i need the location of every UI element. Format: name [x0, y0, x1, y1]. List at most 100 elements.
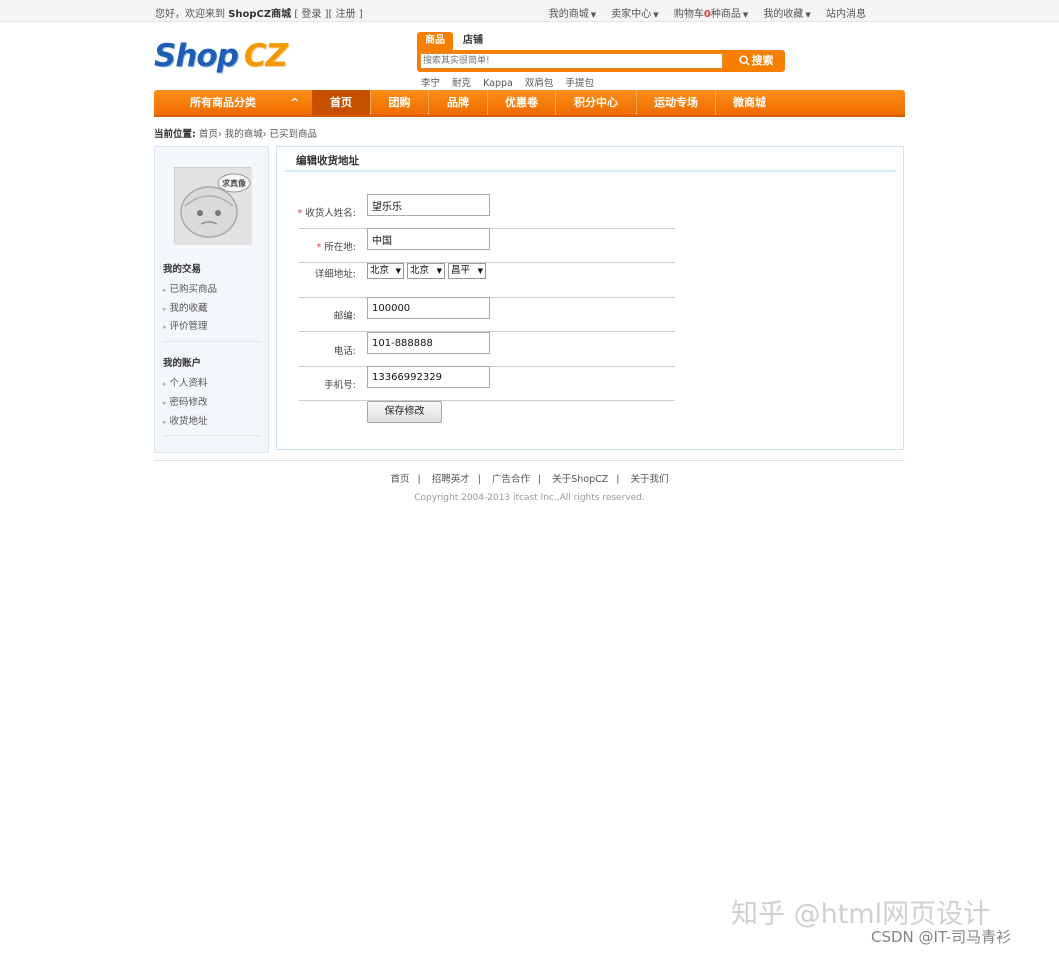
avatar[interactable]: 求真像 — [174, 167, 252, 245]
cart-menu[interactable]: 购物车0种商品 ▼ — [674, 9, 748, 20]
breadcrumb-label: 当前位置: — [154, 129, 196, 140]
welcome-text: 您好，欢迎来到 ShopCZ商城 [ 登录 ][ 注册 ] — [155, 5, 363, 20]
favorites-menu[interactable]: 我的收藏 ▼ — [763, 9, 810, 20]
copyright: Copyright 2004-2013 itcast Inc.,All righ… — [414, 493, 645, 503]
seller-center-menu[interactable]: 卖家中心 ▼ — [611, 9, 658, 20]
bullet-icon: ▸ — [163, 418, 167, 426]
footer-link-ads[interactable]: 广告合作 — [492, 474, 530, 485]
sidebar-item-profile[interactable]: ▸ 个人资料 — [163, 375, 208, 389]
sidebar-item-purchased[interactable]: ▸ 已购买商品 — [163, 281, 217, 295]
footer-divider — [154, 460, 905, 461]
hot-word[interactable]: Kappa — [483, 78, 513, 89]
bullet-icon: ▸ — [163, 323, 167, 331]
row-receiver-name: * 收货人姓名: — [297, 194, 675, 229]
chevron-down-icon: ▼ — [477, 267, 483, 275]
chevron-down-icon: ▼ — [436, 267, 442, 275]
divider — [163, 435, 261, 436]
nav-sports[interactable]: 运动专场 — [637, 90, 716, 115]
receiver-name-input[interactable] — [367, 194, 490, 216]
breadcrumb-my-mall[interactable]: 我的商城 — [225, 129, 263, 140]
bullet-icon: ▸ — [163, 380, 167, 388]
zip-input[interactable] — [367, 297, 490, 319]
avatar-bubble-text: 求真像 — [222, 178, 247, 188]
address-edit-panel: 编辑收货地址 *收货人姓名: *所在地: 详细地址: 北京▼ 北京▼ 昌平▼ 邮… — [276, 146, 904, 450]
hot-word[interactable]: 耐克 — [452, 78, 471, 89]
bullet-icon: ▸ — [163, 399, 167, 407]
nav-points-center[interactable]: 积分中心 — [556, 90, 637, 115]
row-location: * 所在地: — [299, 228, 675, 263]
welcome-prefix: 您好，欢迎来到 — [155, 9, 225, 20]
chevron-down-icon: ▼ — [395, 267, 401, 275]
row-detail-address: 详细地址: 北京 ▼ 北京 ▼ 昌平 ▼ — [299, 263, 675, 298]
register-link[interactable]: [ 注册 ] — [329, 9, 363, 20]
breadcrumb-purchased[interactable]: 已买到商品 — [270, 129, 318, 140]
chevron-down-icon: ▼ — [805, 11, 811, 19]
footer-links: 首页 | 招聘英才 | 广告合作 | 关于ShopCZ | 关于我们 — [390, 474, 669, 485]
phone-label: 电话: — [333, 346, 356, 357]
sidebar-item-password[interactable]: ▸ 密码修改 — [163, 394, 208, 408]
mobile-input[interactable] — [367, 366, 490, 388]
logo-part2: CZ — [243, 38, 288, 74]
avatar-placeholder-icon: 求真像 — [175, 168, 252, 245]
tab-shops[interactable]: 店铺 — [455, 32, 491, 50]
hot-word[interactable]: 双肩包 — [525, 78, 554, 89]
location-input[interactable] — [367, 228, 490, 250]
hot-word[interactable]: 李宁 — [421, 78, 440, 89]
breadcrumb-home[interactable]: 首页 — [199, 129, 218, 140]
footer-link-about-us[interactable]: 关于我们 — [631, 474, 669, 485]
phone-input[interactable] — [367, 332, 490, 354]
hot-word[interactable]: 手提包 — [565, 78, 594, 89]
chevron-down-icon: ▼ — [742, 11, 749, 19]
required-marker: * — [316, 242, 322, 253]
required-marker: * — [297, 208, 303, 219]
nav-group-buy[interactable]: 团购 — [371, 90, 429, 115]
district-select[interactable]: 昌平 ▼ — [448, 263, 486, 279]
watermark-csdn: CSDN @IT-司马青衫 — [871, 928, 1012, 946]
nav-coupons[interactable]: 优惠卷 — [488, 90, 556, 115]
breadcrumb: 当前位置: 首页› 我的商城› 已买到商品 — [154, 129, 318, 140]
zip-label: 邮编: — [333, 311, 356, 322]
title-divider — [285, 170, 896, 172]
site-logo[interactable]: Shop CZ — [154, 38, 288, 74]
footer-link-home[interactable]: 首页 — [390, 474, 409, 485]
search-icon — [738, 55, 750, 66]
section-my-account: 我的账户 — [163, 358, 202, 369]
sidebar-item-address[interactable]: ▸ 收货地址 — [163, 413, 208, 427]
logo-part1: Shop — [154, 38, 239, 74]
top-links: 我的商城 ▼ 卖家中心 ▼ 购物车0种商品 ▼ 我的收藏 ▼ 站内消息 — [537, 5, 866, 20]
nav-micro-mall[interactable]: 微商城 — [716, 90, 783, 115]
sidebar: 求真像 我的交易 ▸ 已购买商品 ▸ 我的收藏 ▸ 评价管理 我的账户 ▸ 个人资料 ▸… — [154, 146, 269, 453]
row-phone: 电话: — [299, 332, 675, 367]
city-select[interactable]: 北京 ▼ — [407, 263, 445, 279]
cart-count: 0 — [703, 9, 711, 20]
chevron-down-icon: ▼ — [590, 11, 597, 19]
footer-link-jobs[interactable]: 招聘英才 — [432, 474, 470, 485]
search-button[interactable]: 搜索 — [729, 52, 783, 70]
row-zip: 邮编: — [299, 297, 675, 332]
section-my-trades: 我的交易 — [163, 264, 202, 275]
divider — [163, 341, 261, 342]
my-mall-menu[interactable]: 我的商城 ▼ — [549, 9, 596, 20]
nav-home[interactable]: 首页 — [312, 90, 371, 115]
main-nav: 所有商品分类 ^ 首页 团购 品牌 优惠卷 积分中心 运动专场 微商城 — [154, 90, 905, 117]
province-select[interactable]: 北京 ▼ — [367, 263, 404, 279]
location-label: * 所在地: — [316, 242, 356, 253]
messages-link[interactable]: 站内消息 — [826, 9, 866, 20]
row-mobile: 手机号: — [299, 366, 675, 401]
sidebar-item-favorites[interactable]: ▸ 我的收藏 — [163, 300, 208, 314]
all-categories-menu[interactable]: 所有商品分类 ^ — [154, 90, 312, 115]
receiver-name-label: * 收货人姓名: — [297, 208, 356, 219]
nav-brands[interactable]: 品牌 — [429, 90, 488, 115]
footer-link-about-shopcz[interactable]: 关于ShopCZ — [552, 474, 608, 485]
search-box: 搜索 — [417, 50, 785, 72]
site-name: ShopCZ商城 — [228, 9, 292, 20]
sidebar-item-reviews[interactable]: ▸ 评价管理 — [163, 318, 208, 332]
tab-products[interactable]: 商品 — [417, 32, 453, 50]
login-link[interactable]: [ 登录 ] — [294, 9, 328, 20]
top-bar: 您好，欢迎来到 ShopCZ商城 [ 登录 ][ 注册 ] 我的商城 ▼ 卖家中心… — [0, 0, 1059, 22]
detail-address-label: 详细地址: — [314, 269, 356, 280]
search-input[interactable] — [420, 53, 723, 69]
bullet-icon: ▸ — [163, 305, 167, 313]
mobile-label: 手机号: — [324, 380, 356, 391]
save-button[interactable]: 保存修改 — [367, 401, 442, 423]
